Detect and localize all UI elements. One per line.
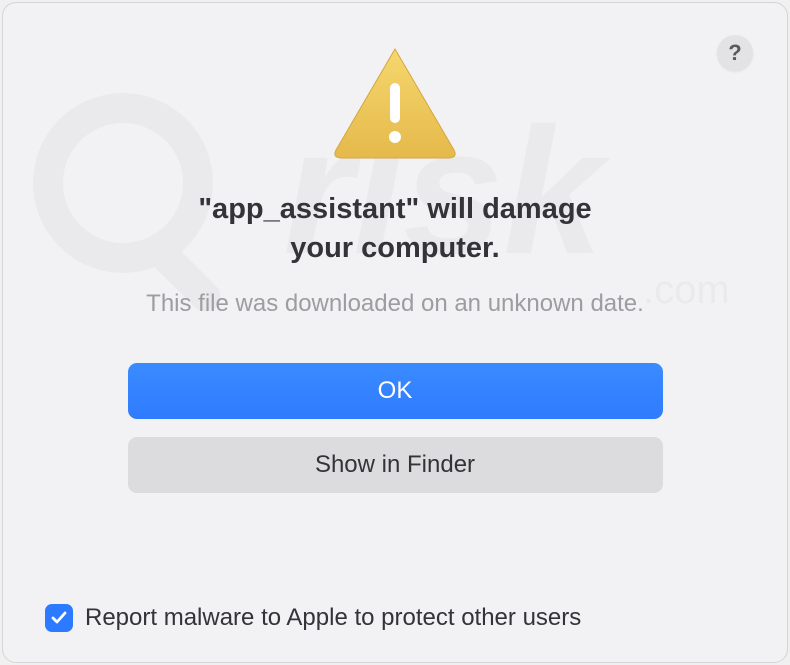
report-malware-checkbox[interactable] [45, 604, 73, 632]
checkbox-row: Report malware to Apple to protect other… [45, 604, 581, 632]
title-line-1: "app_assistant" will damage [198, 193, 591, 225]
help-button[interactable]: ? [717, 35, 753, 71]
checkmark-icon [50, 609, 68, 627]
dialog-subtitle: This file was downloaded on an unknown d… [86, 290, 704, 318]
warning-triangle-icon [330, 45, 460, 160]
dialog-title: "app_assistant" will damage your compute… [118, 190, 671, 268]
ok-button[interactable]: OK [128, 363, 663, 419]
button-container: OK Show in Finder [128, 363, 663, 493]
help-icon: ? [728, 40, 741, 66]
checkbox-label: Report malware to Apple to protect other… [85, 604, 581, 632]
security-alert-dialog: risk .com ? "app_assistant" will damage … [2, 2, 788, 663]
title-line-2: your computer. [290, 232, 500, 264]
show-in-finder-label: Show in Finder [315, 451, 475, 479]
ok-button-label: OK [378, 377, 413, 405]
show-in-finder-button[interactable]: Show in Finder [128, 437, 663, 493]
